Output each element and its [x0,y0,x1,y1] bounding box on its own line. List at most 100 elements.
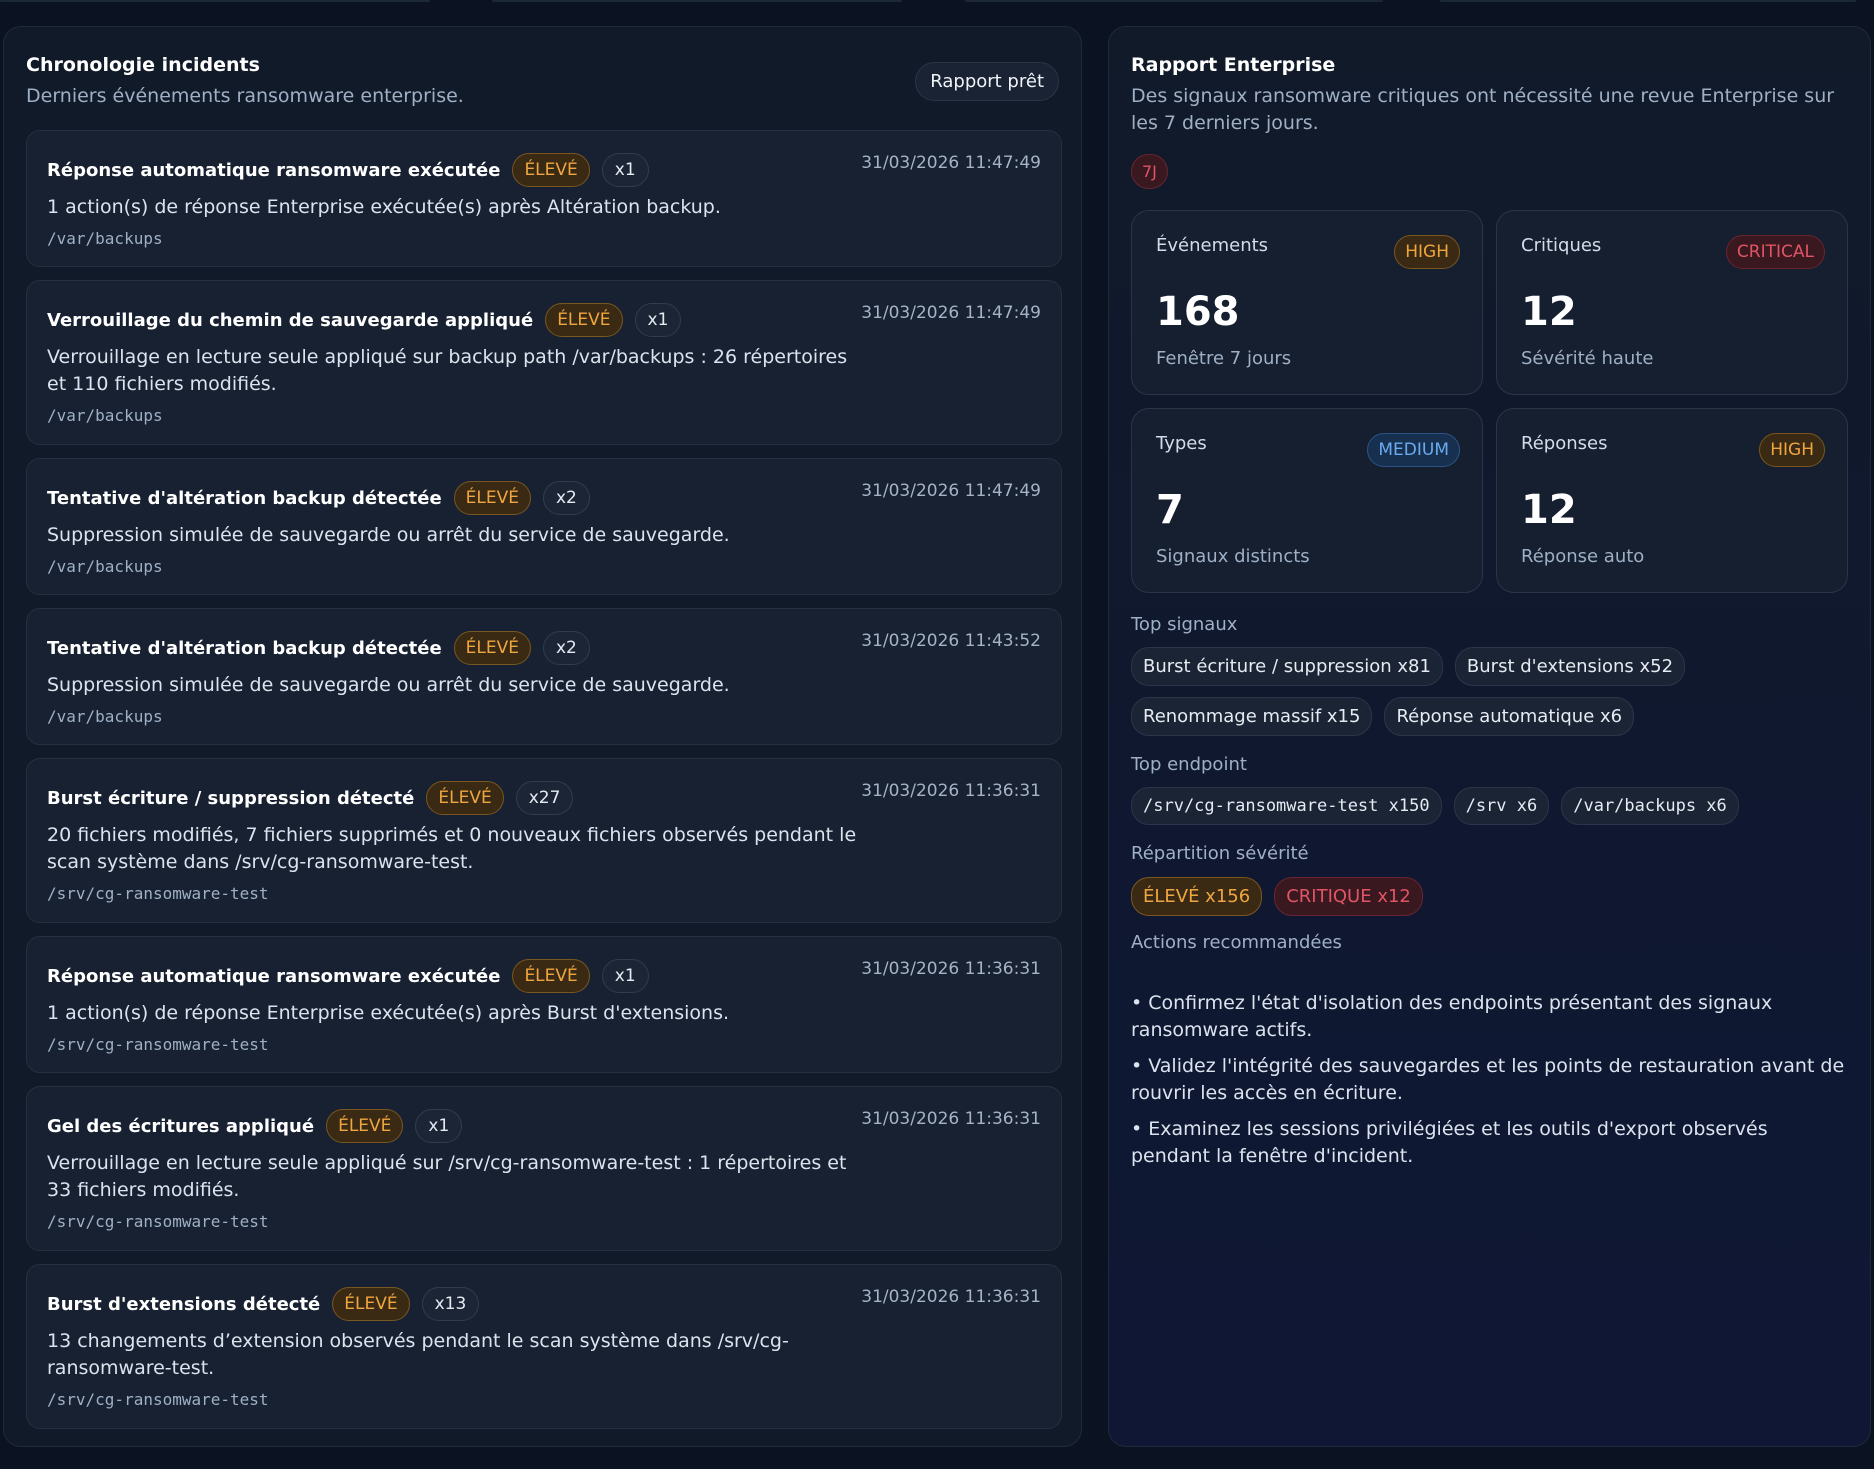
top-endpoint-label: Top endpoint [1131,754,1247,775]
event-title: Réponse automatique ransomware exécutée [47,159,501,181]
event-description: 20 fichiers modifiés, 7 fichiers supprim… [47,824,857,873]
top-signals-list: Renommage massif x15 Réponse automatique… [1131,697,1635,736]
event-timestamp: 31/03/2026 11:47:49 [861,153,1041,173]
top-endpoints-list: /srv/cg-ransomware-test x150 /srv x6 /va… [1131,787,1739,825]
event-description: Verrouillage en lecture seule appliqué s… [47,1152,847,1201]
occurrence-count-badge: x1 [601,153,649,187]
severity-badge: ÉLEVÉ [453,631,531,665]
event-title: Burst d'extensions détecté [47,1293,321,1315]
top-strip [0,0,1874,6]
signal-chip[interactable]: Burst écriture / suppression x81 [1131,647,1443,686]
event-timestamp: 31/03/2026 11:47:49 [861,303,1041,323]
event-title: Tentative d'altération backup détectée [47,637,442,659]
occurrence-count-badge: x2 [542,631,590,665]
stat-sublabel: Sévérité haute [1521,348,1654,369]
severity-chip-eleve: ÉLEVÉ x156 [1131,877,1263,916]
occurrence-count-badge: x27 [515,781,574,815]
severity-badge: ÉLEVÉ [332,1287,410,1321]
timeline-event[interactable]: Tentative d'altération backup détectée É… [26,458,1062,595]
stat-value: 12 [1521,289,1577,335]
severity-badge: ÉLEVÉ [512,153,590,187]
stat-badge: MEDIUM [1367,433,1460,467]
recommended-action: • Examinez les sessions privilégiées et … [1131,1118,1768,1167]
severity-badge: ÉLEVÉ [453,481,531,515]
stat-badge: HIGH [1759,433,1825,467]
event-path: /srv/cg-ransomware-test [47,1212,269,1231]
event-description: Verrouillage en lecture seule appliqué s… [47,346,848,395]
recommended-action: • Validez l'intégrité des sauvegardes et… [1131,1055,1845,1104]
stat-label: Critiques [1521,235,1602,256]
event-path: /var/backups [47,707,163,726]
event-timestamp: 31/03/2026 11:36:31 [861,781,1041,801]
recommended-action: • Confirmez l'état d'isolation des endpo… [1131,992,1773,1041]
event-timestamp: 31/03/2026 11:36:31 [861,959,1041,979]
event-title: Gel des écritures appliqué [47,1115,315,1137]
stat-label: Événements [1156,235,1269,256]
occurrence-count-badge: x2 [542,481,590,515]
event-title: Burst écriture / suppression détecté [47,787,415,809]
event-timestamp: 31/03/2026 11:36:31 [861,1109,1041,1129]
event-title: Réponse automatique ransomware exécutée [47,965,501,987]
endpoint-chip[interactable]: /srv/cg-ransomware-test x150 [1131,787,1442,825]
stat-card-events: Événements HIGH 168 Fenêtre 7 jours [1131,210,1483,395]
severity-split-label: Répartition sévérité [1131,843,1309,864]
event-description: Suppression simulée de sauvegarde ou arr… [47,524,730,546]
severity-badge: ÉLEVÉ [326,1109,404,1143]
occurrence-count-badge: x13 [421,1287,480,1321]
signal-chip[interactable]: Renommage massif x15 [1131,697,1373,736]
stat-value: 12 [1521,487,1577,533]
severity-badge: ÉLEVÉ [512,959,590,993]
top-signals-label: Top signaux [1131,614,1238,635]
event-description: 13 changements d’extension observés pend… [47,1330,789,1379]
report-panel: Rapport Enterprise Des signaux ransomwar… [1108,26,1871,1447]
timeline-event[interactable]: Burst écriture / suppression détecté ÉLE… [26,758,1062,923]
stat-card-critical: Critiques CRITICAL 12 Sévérité haute [1496,210,1848,395]
timeline-event[interactable]: Réponse automatique ransomware exécutée … [26,936,1062,1073]
severity-split-list: ÉLEVÉ x156 CRITIQUE x12 [1131,877,1423,916]
event-timestamp: 31/03/2026 11:36:31 [861,1287,1041,1307]
stat-sublabel: Réponse auto [1521,546,1645,567]
event-path: /var/backups [47,229,163,248]
timeline-event[interactable]: Burst d'extensions détecté ÉLEVÉ x13 31/… [26,1264,1062,1429]
stat-label: Types [1156,433,1207,454]
top-signals-list: Burst écriture / suppression x81 Burst d… [1131,647,1686,686]
event-timestamp: 31/03/2026 11:47:49 [861,481,1041,501]
endpoint-chip[interactable]: /var/backups x6 [1561,787,1739,825]
stat-sublabel: Fenêtre 7 jours [1156,348,1292,369]
event-description: Suppression simulée de sauvegarde ou arr… [47,674,730,696]
stat-badge: CRITICAL [1725,235,1825,269]
stat-sublabel: Signaux distincts [1156,546,1310,567]
event-path: /var/backups [47,406,163,425]
event-description: 1 action(s) de réponse Enterprise exécut… [47,196,721,218]
endpoint-chip[interactable]: /srv x6 [1453,787,1550,825]
event-path: /var/backups [47,557,163,576]
report-title: Rapport Enterprise [1131,54,1336,76]
event-timestamp: 31/03/2026 11:43:52 [861,631,1041,651]
occurrence-count-badge: x1 [601,959,649,993]
timeline-event[interactable]: Réponse automatique ransomware exécutée … [26,130,1062,267]
timeline-event[interactable]: Tentative d'altération backup détectée É… [26,608,1062,745]
timeline-event[interactable]: Gel des écritures appliqué ÉLEVÉ x1 31/0… [26,1086,1062,1251]
stat-value: 168 [1156,289,1240,335]
signal-chip[interactable]: Burst d'extensions x52 [1454,647,1686,686]
occurrence-count-badge: x1 [634,303,682,337]
severity-badge: ÉLEVÉ [426,781,504,815]
event-path: /srv/cg-ransomware-test [47,1390,269,1409]
stat-badge: HIGH [1394,235,1460,269]
severity-chip-critique: CRITIQUE x12 [1274,877,1423,916]
recommended-actions-list: • Confirmez l'état d'isolation des endpo… [1131,990,1851,1179]
report-subtitle: Des signaux ransomware critiques ont néc… [1131,85,1835,134]
stat-label: Réponses [1521,433,1608,454]
window-badge: 7J [1131,154,1168,189]
stat-card-types: Types MEDIUM 7 Signaux distincts [1131,408,1483,593]
timeline-panel: Chronologie incidents Derniers événement… [3,26,1082,1447]
report-ready-badge: Rapport prêt [915,62,1059,101]
signal-chip[interactable]: Réponse automatique x6 [1384,697,1635,736]
event-description: 1 action(s) de réponse Enterprise exécut… [47,1002,730,1024]
stat-value: 7 [1156,487,1184,533]
recommended-actions-label: Actions recommandées [1131,932,1342,953]
timeline-subtitle: Derniers événements ransomware enterpris… [26,85,464,107]
severity-badge: ÉLEVÉ [545,303,623,337]
timeline-event[interactable]: Verrouillage du chemin de sauvegarde app… [26,280,1062,445]
occurrence-count-badge: x1 [415,1109,463,1143]
